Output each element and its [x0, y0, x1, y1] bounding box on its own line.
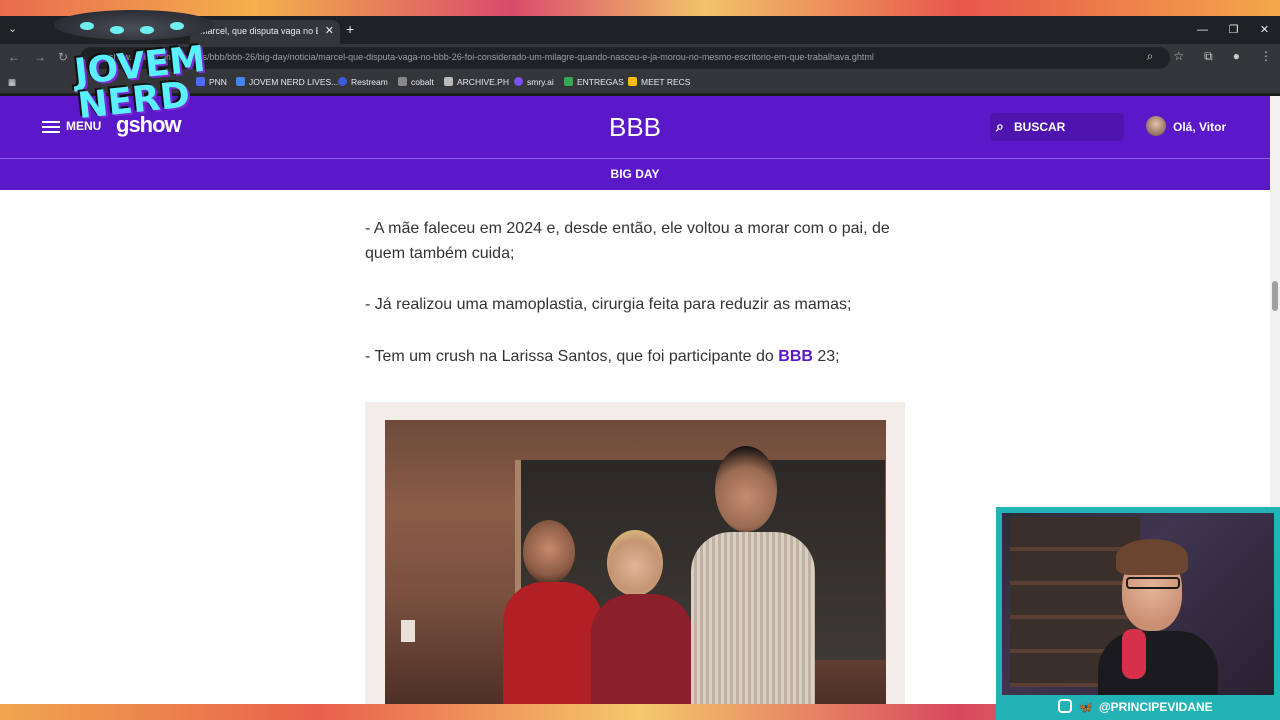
paragraph-text: - Tem um crush na Larissa Santos, que fo…: [365, 348, 779, 365]
tab-close-icon[interactable]: ✕: [325, 24, 334, 37]
photo-person-man: [685, 446, 815, 704]
subnav-big-day[interactable]: BIG DAY: [0, 167, 1270, 181]
webcam-overlay: 🦋 @PRINCIPEVIDANE: [996, 507, 1280, 720]
apps-icon[interactable]: ▦: [8, 77, 16, 88]
close-window-icon[interactable]: ✕: [1249, 16, 1280, 44]
nerd-logo-text: JOVEM NERD: [72, 38, 208, 128]
photo-person-mother: [585, 530, 695, 704]
bookmark-label: MEET RECS: [641, 77, 691, 87]
bookmark-favicon: [628, 77, 637, 86]
browser-menu-icon[interactable]: ⋮: [1260, 49, 1272, 64]
article-paragraph-2: - Já realizou uma mamoplastia, cirurgia …: [365, 296, 852, 313]
bookmark-favicon: [338, 77, 347, 86]
article-paragraph-3: - Tem um crush na Larissa Santos, que fo…: [365, 344, 905, 369]
user-menu[interactable]: Olá, Vitor: [1138, 113, 1238, 141]
extensions-icon[interactable]: ⧉: [1204, 49, 1213, 64]
ufo-icon: [54, 10, 214, 40]
search-button[interactable]: ⌕ BUSCAR: [990, 113, 1124, 141]
minimize-icon[interactable]: —: [1187, 16, 1218, 44]
social-handle-bar: 🦋 @PRINCIPEVIDANE: [996, 695, 1280, 720]
bookmark-label: Restream: [351, 77, 388, 87]
tab-list-chevron-icon[interactable]: ⌄: [8, 22, 17, 35]
handle-text: @PRINCIPEVIDANE: [1098, 700, 1213, 714]
restore-icon[interactable]: ❐: [1218, 16, 1249, 44]
article-photo[interactable]: [385, 420, 886, 704]
bookmark-cobalt[interactable]: cobalt: [398, 77, 434, 87]
bookmark-label: smry.ai: [527, 77, 554, 87]
article-photo-frame: [365, 402, 905, 704]
jovem-nerd-overlay-logo: JOVEM NERD: [42, 10, 222, 140]
butterfly-icon: 🦋: [1078, 700, 1093, 714]
webcam-feed: [1002, 513, 1274, 695]
photo-lightswitch: [401, 620, 415, 642]
bookmark-label: ENTREGAS: [577, 77, 624, 87]
toolbar-right: ⌕ ☆ ⧉ ● ⋮: [1147, 49, 1272, 64]
user-greeting: Olá, Vitor: [1173, 120, 1227, 134]
window-controls: — ❐ ✕: [1187, 16, 1280, 44]
scrollbar-thumb[interactable]: [1272, 281, 1278, 311]
streamer-body: [1098, 631, 1218, 695]
omnibox[interactable]: gshow.globo.com/realities/bbb/bbb-26/big…: [80, 47, 1170, 69]
bookmark-archive[interactable]: ARCHIVE.PH: [444, 77, 509, 87]
paragraph-text: 23;: [812, 348, 840, 365]
bookmark-star-icon[interactable]: ☆: [1173, 49, 1184, 64]
bookmark-jovem-nerd-lives[interactable]: JOVEM NERD LIVES...: [236, 77, 338, 87]
bookmark-label: JOVEM NERD LIVES...: [249, 77, 339, 87]
bookmark-favicon: [236, 77, 245, 86]
streamer-glasses: [1126, 577, 1180, 589]
profile-icon[interactable]: ●: [1233, 49, 1240, 64]
subnav: BIG DAY: [0, 158, 1270, 190]
article-paragraph-1: - A mãe faleceu em 2024 e, desde então, …: [365, 220, 890, 262]
avatar: [1146, 116, 1166, 136]
social-handle: 🦋 @PRINCIPEVIDANE: [1058, 699, 1213, 714]
search-label: BUSCAR: [1014, 120, 1066, 134]
bookmark-favicon: [444, 77, 453, 86]
bookmark-label: ARCHIVE.PH: [457, 77, 509, 87]
instagram-icon: [1058, 699, 1072, 713]
bookmark-favicon: [564, 77, 573, 86]
search-icon: ⌕: [996, 118, 1004, 134]
zoom-icon[interactable]: ⌕: [1147, 49, 1154, 64]
bookmark-meet-recs[interactable]: MEET RECS: [628, 77, 690, 87]
bbb-link[interactable]: BBB: [778, 348, 813, 365]
bookmark-favicon: [398, 77, 407, 86]
bookmark-restream[interactable]: Restream: [338, 77, 388, 87]
new-tab-icon[interactable]: +: [346, 21, 354, 37]
bookmark-favicon: [514, 77, 523, 86]
bookmark-smry[interactable]: smry.ai: [514, 77, 554, 87]
streamer-hair: [1116, 539, 1188, 575]
back-icon[interactable]: ←: [8, 50, 20, 64]
bookmark-label: cobalt: [411, 77, 434, 87]
microphone: [1122, 629, 1146, 679]
bookmark-entregas[interactable]: ENTREGAS: [564, 77, 624, 87]
